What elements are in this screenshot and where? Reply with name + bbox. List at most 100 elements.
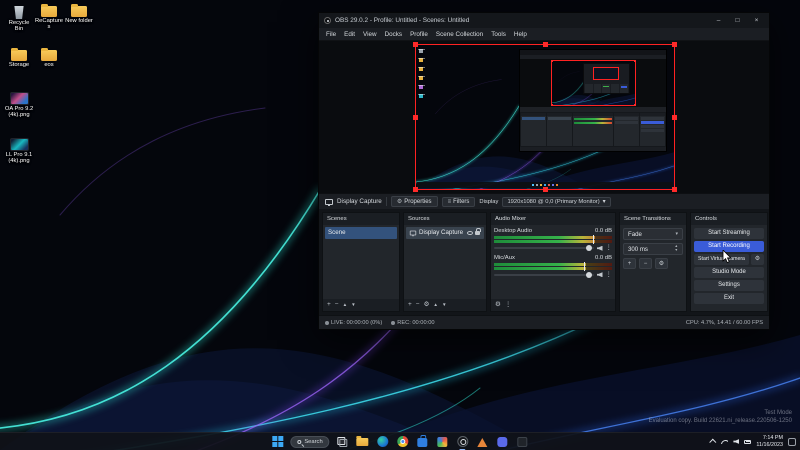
- display-select[interactable]: 1920x1080 @ 0,0 (Primary Monitor) ▾: [502, 197, 610, 207]
- scene-down-button[interactable]: ▼: [351, 303, 356, 308]
- properties-button[interactable]: ⚙ Properties: [391, 196, 438, 207]
- volume-icon[interactable]: [733, 439, 739, 444]
- settings-button[interactable]: Settings: [694, 280, 764, 291]
- obs-menu-bar: File Edit View Docks Profile Scene Colle…: [319, 28, 769, 41]
- obs-title-bar[interactable]: OBS 29.0.2 - Profile: Untitled - Scenes:…: [319, 13, 769, 28]
- taskbar: Search 7:14 PM 11/16/2023: [0, 432, 800, 450]
- desktop-icon-storage[interactable]: Storage: [4, 50, 34, 68]
- desktop-icon-image-1[interactable]: OA Pro 9.2 (4k).png: [4, 92, 34, 119]
- notification-center-button[interactable]: [788, 438, 796, 446]
- preview-source-bounds[interactable]: [415, 44, 675, 190]
- chrome-button[interactable]: [396, 435, 410, 449]
- virtual-camera-config-button[interactable]: ⚙: [751, 254, 764, 265]
- task-view-button[interactable]: [336, 435, 350, 449]
- discord-button[interactable]: [496, 435, 510, 449]
- channel-options-button[interactable]: ⋮: [606, 245, 613, 252]
- remove-transition-button[interactable]: −: [639, 258, 652, 269]
- selection-handle[interactable]: [672, 42, 677, 47]
- selection-handle[interactable]: [413, 115, 418, 120]
- desktop-icon-recycle-bin[interactable]: Recycle Bin: [4, 6, 34, 33]
- tray-chevron-icon[interactable]: [710, 439, 717, 446]
- rec-status: REC: 00:00:00: [397, 320, 434, 326]
- desktop-icon-eos[interactable]: eos: [34, 50, 64, 68]
- taskbar-clock[interactable]: 7:14 PM 11/16/2023: [756, 435, 783, 449]
- volume-slider[interactable]: [494, 247, 594, 249]
- sources-panel-header[interactable]: Sources: [404, 213, 486, 225]
- vlc-icon: [478, 438, 488, 447]
- desktop-icon-image-2[interactable]: LL Pro 9.1 (4k).png: [4, 138, 34, 165]
- search-label: Search: [304, 439, 322, 445]
- volume-slider[interactable]: [494, 274, 594, 276]
- speaker-icon[interactable]: [597, 246, 603, 251]
- source-properties-button[interactable]: ⚙: [424, 302, 430, 309]
- channel-options-button[interactable]: ⋮: [606, 272, 613, 279]
- add-scene-button[interactable]: +: [327, 302, 331, 309]
- terminal-button[interactable]: [516, 435, 530, 449]
- lock-icon[interactable]: [475, 231, 480, 235]
- desktop-icon-recaptures[interactable]: ReCaptures: [34, 6, 64, 31]
- add-source-button[interactable]: +: [408, 302, 412, 309]
- volume-slider-handle[interactable]: [586, 272, 592, 278]
- spin-down-icon[interactable]: ▼: [674, 249, 678, 253]
- source-down-button[interactable]: ▼: [442, 303, 447, 308]
- scene-item[interactable]: Scene: [325, 227, 397, 239]
- menu-docks[interactable]: Docks: [381, 31, 407, 38]
- scenes-panel-header[interactable]: Scenes: [323, 213, 399, 225]
- display-label: Display: [479, 199, 498, 205]
- file-explorer-button[interactable]: [356, 435, 370, 449]
- battery-icon[interactable]: [744, 440, 751, 444]
- menu-profile[interactable]: Profile: [406, 31, 432, 38]
- menu-file[interactable]: File: [322, 31, 340, 38]
- vlc-button[interactable]: [476, 435, 490, 449]
- close-button[interactable]: ×: [749, 15, 764, 26]
- selection-handle[interactable]: [672, 187, 677, 192]
- remove-scene-button[interactable]: −: [335, 302, 339, 309]
- wifi-icon[interactable]: [721, 440, 728, 444]
- mixer-options-button[interactable]: ⋮: [505, 302, 512, 309]
- source-item[interactable]: Display Capture: [406, 227, 484, 239]
- selection-handle[interactable]: [413, 187, 418, 192]
- add-transition-button[interactable]: +: [623, 258, 636, 269]
- remove-source-button[interactable]: −: [416, 302, 420, 309]
- selection-handle[interactable]: [543, 187, 548, 192]
- selection-handle[interactable]: [413, 42, 418, 47]
- scene-transitions-header[interactable]: Scene Transitions: [620, 213, 686, 225]
- menu-tools[interactable]: Tools: [487, 31, 510, 38]
- store-button[interactable]: [416, 435, 430, 449]
- folder-icon: [11, 50, 27, 61]
- edge-button[interactable]: [376, 435, 390, 449]
- start-button[interactable]: [270, 435, 284, 449]
- source-up-button[interactable]: ▲: [433, 303, 438, 308]
- desktop-icon-new-folder[interactable]: New folder: [64, 6, 94, 24]
- maximize-button[interactable]: □: [730, 15, 745, 26]
- speaker-icon[interactable]: [597, 272, 603, 277]
- terminal-icon: [518, 437, 528, 447]
- scene-up-button[interactable]: ▲: [343, 303, 348, 308]
- duration-spinner[interactable]: ▲ ▼: [674, 245, 678, 252]
- minimize-button[interactable]: –: [711, 15, 726, 26]
- transition-properties-button[interactable]: ⚙: [655, 258, 668, 269]
- taskbar-search[interactable]: Search: [290, 436, 329, 448]
- visibility-icon[interactable]: [467, 231, 473, 235]
- selection-handle[interactable]: [543, 42, 548, 47]
- menu-view[interactable]: View: [359, 31, 381, 38]
- filters-button[interactable]: ≡ Filters: [442, 197, 476, 207]
- photos-button[interactable]: [436, 435, 450, 449]
- controls-header[interactable]: Controls: [691, 213, 767, 225]
- mixer-settings-button[interactable]: ⚙: [495, 302, 501, 309]
- discord-icon: [498, 437, 508, 447]
- edge-icon: [377, 436, 388, 447]
- exit-button[interactable]: Exit: [694, 293, 764, 304]
- menu-help[interactable]: Help: [510, 31, 531, 38]
- selection-handle[interactable]: [672, 115, 677, 120]
- transition-select[interactable]: Fade ▾: [623, 228, 683, 240]
- menu-scene-collection[interactable]: Scene Collection: [432, 31, 487, 38]
- transition-duration-field[interactable]: 300 ms ▲ ▼: [623, 243, 683, 255]
- menu-edit[interactable]: Edit: [340, 31, 359, 38]
- preview-area[interactable]: [319, 41, 769, 193]
- obs-taskbar-button[interactable]: [456, 435, 470, 449]
- studio-mode-button[interactable]: Studio Mode: [694, 267, 764, 278]
- audio-mixer-header[interactable]: Audio Mixer: [491, 213, 615, 225]
- volume-slider-handle[interactable]: [586, 245, 592, 251]
- start-streaming-button[interactable]: Start Streaming: [694, 228, 764, 239]
